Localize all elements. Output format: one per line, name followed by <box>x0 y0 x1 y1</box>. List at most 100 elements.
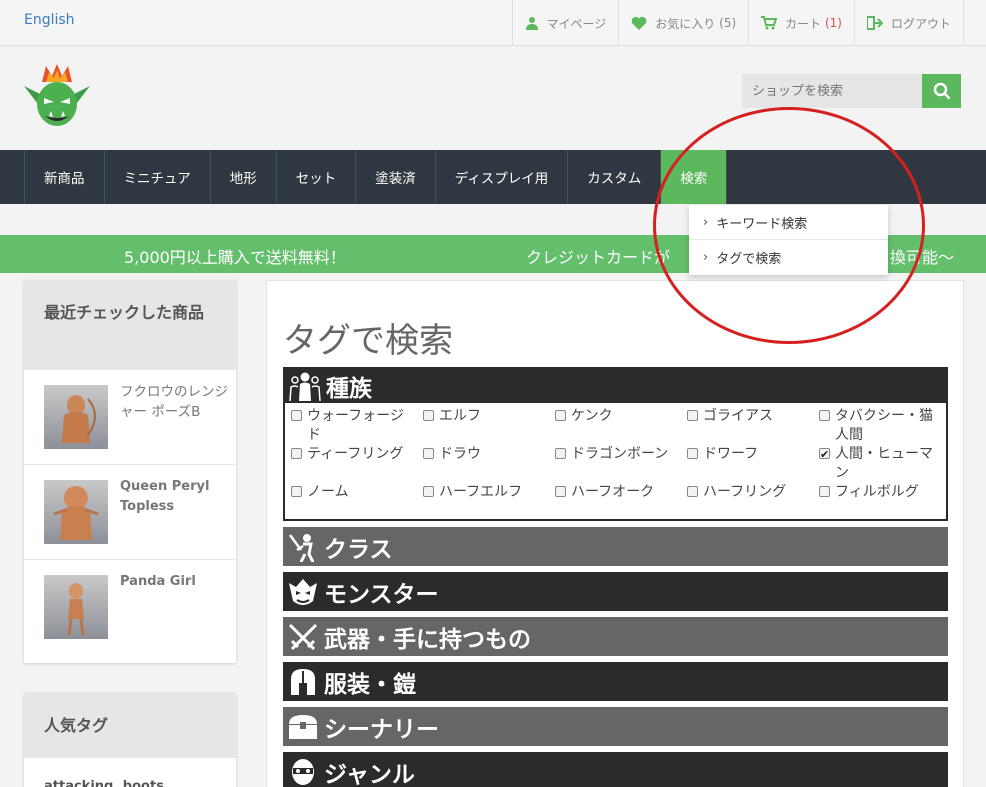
cart-count: (1) <box>824 16 842 30</box>
tag-checkbox[interactable]: ハーフオーク <box>555 483 681 502</box>
masked-face-icon <box>292 758 314 785</box>
tag-checkbox[interactable]: ノーム <box>291 483 417 502</box>
category-label: 種族 <box>326 376 372 402</box>
menu-tag-search-label: タグで検索 <box>716 252 782 267</box>
checkbox[interactable] <box>291 448 302 459</box>
nav-display[interactable]: ディスプレイ用 <box>436 150 569 204</box>
chevron-right-icon: › <box>703 214 709 230</box>
list-item[interactable]: Panda Girl <box>24 560 236 655</box>
top-bar: English マイページ お気に入り (5) カート (1) ログアウト <box>0 0 986 46</box>
tag-checkbox[interactable]: ハーフリング <box>687 483 813 502</box>
recently-viewed-panel: 最近チェックした商品 フクロウのレンジャー ポーズB Queen Peryl T… <box>24 280 236 663</box>
list-item[interactable]: フクロウのレンジャー ポーズB <box>24 370 236 465</box>
search-button[interactable] <box>922 74 961 108</box>
favorites-link[interactable]: お気に入り (5) <box>618 0 748 46</box>
category-header-genre[interactable]: ジャンル <box>283 752 948 787</box>
tag-checkbox[interactable]: タバクシー・猫人間 <box>819 407 945 445</box>
nav-painted[interactable]: 塗装済 <box>356 150 436 204</box>
category-header-race[interactable]: 種族 <box>285 369 946 403</box>
crossed-swords-icon <box>288 623 318 650</box>
goblin-logo[interactable] <box>24 64 90 132</box>
product-name[interactable]: フクロウのレンジャー ポーズB <box>120 382 228 422</box>
category-header-armor[interactable]: 服装・鎧 <box>283 662 948 701</box>
treasure-chest-icon <box>289 714 317 739</box>
tag-label: ウォーフォージド <box>307 408 404 443</box>
product-thumbnail[interactable] <box>44 480 108 544</box>
tag-checkbox[interactable]: ティーフリング <box>291 445 417 464</box>
tag-checkbox[interactable]: ゴライアス <box>687 407 813 426</box>
menu-keyword-search-label: キーワード検索 <box>716 216 808 232</box>
people-icon <box>289 372 321 401</box>
tag-checkbox[interactable]: 人間・ヒューマン <box>819 445 945 483</box>
nav-terrain[interactable]: 地形 <box>211 150 277 204</box>
tag-label: ノーム <box>307 484 349 500</box>
product-name[interactable]: Panda Girl <box>120 572 228 592</box>
category-header-monster[interactable]: モンスター <box>283 572 948 611</box>
checkbox[interactable] <box>423 410 434 421</box>
checkbox[interactable] <box>423 448 434 459</box>
category-label: シーナリー <box>324 716 439 743</box>
tag-checkbox[interactable]: ドラウ <box>423 445 549 464</box>
category-label: クラス <box>324 536 393 563</box>
category-header-class[interactable]: クラス <box>283 527 948 566</box>
tag-label: ドワーフ <box>703 446 759 462</box>
checkbox[interactable] <box>555 486 566 497</box>
race-category-panel: 種族 ウォーフォージド エルフ ケンク ゴライアス タバクシー・猫人間 ティーフ… <box>283 367 948 521</box>
logout-label: ログアウト <box>890 16 951 31</box>
category-label: 武器・手に持つもの <box>324 626 531 653</box>
product-thumbnail[interactable] <box>44 575 108 639</box>
cart-icon <box>761 16 778 30</box>
logout-link[interactable]: ログアウト <box>853 0 964 46</box>
tag-checkbox[interactable]: フィルボルグ <box>819 483 945 502</box>
promo-free-shipping: 5,000円以上購入で送料無料！ <box>124 248 346 267</box>
product-thumbnail[interactable] <box>44 385 108 449</box>
list-item[interactable]: Queen Peryl Topless <box>24 465 236 560</box>
checkbox[interactable] <box>423 486 434 497</box>
nav-search[interactable]: 検索 <box>661 150 728 204</box>
tag-label: ハーフオーク <box>571 484 655 500</box>
user-icon <box>525 17 538 30</box>
mypage-link[interactable]: マイページ <box>511 0 619 46</box>
tag-checkbox[interactable]: ケンク <box>555 407 681 426</box>
tag-checkbox[interactable]: ウォーフォージド <box>291 407 417 445</box>
menu-tag-search[interactable]: › タグで検索 <box>689 240 888 275</box>
nav-new-products[interactable]: 新商品 <box>25 150 105 204</box>
tag-label: ドラウ <box>439 446 481 462</box>
account-links: マイページ お気に入り (5) カート (1) ログアウト <box>511 0 964 46</box>
promo-credit-card: クレジットカードが <box>526 248 671 267</box>
cart-link[interactable]: カート (1) <box>748 0 854 46</box>
checkbox[interactable] <box>291 486 302 497</box>
product-name[interactable]: Queen Peryl Topless <box>120 477 228 517</box>
checkbox-checked[interactable] <box>819 445 830 464</box>
language-link[interactable]: English <box>24 12 75 28</box>
category-header-scenery[interactable]: シーナリー <box>283 707 948 746</box>
tag-label: ゴライアス <box>703 408 773 424</box>
tag-checkbox[interactable]: ハーフエルフ <box>423 483 549 502</box>
checkbox[interactable] <box>555 410 566 421</box>
checkbox[interactable] <box>819 486 830 497</box>
heart-icon <box>631 16 647 30</box>
nav-sets[interactable]: セット <box>277 150 357 204</box>
tag-label: タバクシー・猫人間 <box>835 408 933 443</box>
main-nav: 新商品 ミニチュア 地形 セット 塗装済 ディスプレイ用 カスタム 検索 <box>0 150 986 204</box>
nav-custom[interactable]: カスタム <box>568 150 662 204</box>
checkbox[interactable] <box>687 448 698 459</box>
checkbox[interactable] <box>687 410 698 421</box>
nav-miniatures[interactable]: ミニチュア <box>105 150 211 204</box>
tag-label: ドラゴンボーン <box>571 446 669 462</box>
tag-checkbox[interactable]: エルフ <box>423 407 549 426</box>
popular-tag-link[interactable]: attacking, boots <box>44 779 164 787</box>
checkbox[interactable] <box>819 410 830 421</box>
checkbox[interactable] <box>291 410 302 421</box>
category-label: 服装・鎧 <box>324 671 416 698</box>
tag-checkbox[interactable]: ドラゴンボーン <box>555 445 681 464</box>
checkbox[interactable] <box>687 486 698 497</box>
search-input[interactable] <box>742 74 922 108</box>
tag-checkbox[interactable]: ドワーフ <box>687 445 813 464</box>
tag-label: 人間・ヒューマン <box>835 446 933 481</box>
checkbox[interactable] <box>555 448 566 459</box>
category-header-weapons[interactable]: 武器・手に持つもの <box>283 617 948 656</box>
popular-tags-panel: 人気タグ attacking, boots <box>24 693 236 787</box>
menu-keyword-search[interactable]: › キーワード検索 <box>689 205 888 240</box>
sword-person-icon <box>288 533 315 562</box>
